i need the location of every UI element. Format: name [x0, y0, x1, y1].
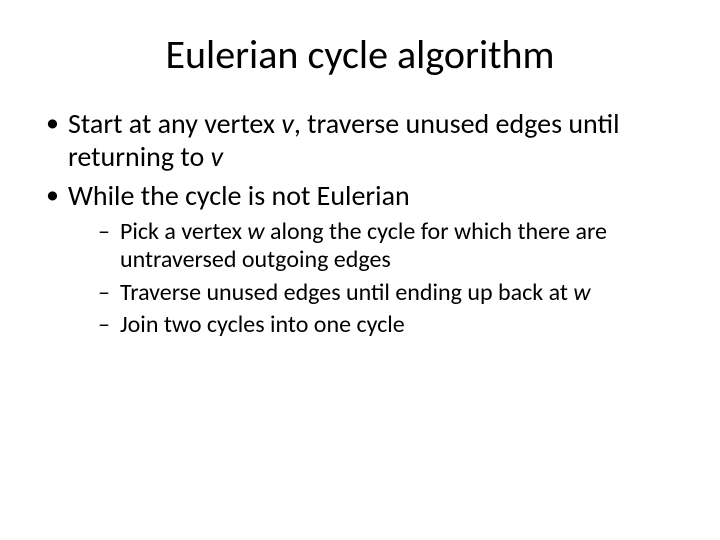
sub-bullet-list: Pick a vertex w along the cycle for whic…	[68, 218, 680, 339]
text: Join two cycles into one cycle	[120, 310, 405, 339]
text: Start at any vertex	[68, 106, 281, 141]
slide-title: Eulerian cycle algorithm	[40, 30, 680, 79]
bullet-list: Start at any vertex v, traverse unused e…	[40, 107, 680, 339]
sub-bullet-2: Traverse unused edges until ending up ba…	[68, 279, 680, 307]
bullet-1: Start at any vertex v, traverse unused e…	[40, 107, 680, 173]
sub-bullet-3: Join two cycles into one cycle	[68, 311, 680, 339]
text: Pick a vertex	[120, 217, 247, 246]
text: While the cycle is not Eulerian	[68, 178, 410, 213]
var-v: v	[211, 139, 223, 174]
var-w: w	[247, 217, 264, 246]
var-w: w	[573, 278, 590, 307]
slide: Eulerian cycle algorithm Start at any ve…	[0, 0, 720, 540]
sub-bullet-1: Pick a vertex w along the cycle for whic…	[68, 218, 680, 275]
bullet-2: While the cycle is not Eulerian Pick a v…	[40, 179, 680, 339]
text: Traverse unused edges until ending up ba…	[120, 278, 573, 307]
var-v: v	[281, 106, 293, 141]
